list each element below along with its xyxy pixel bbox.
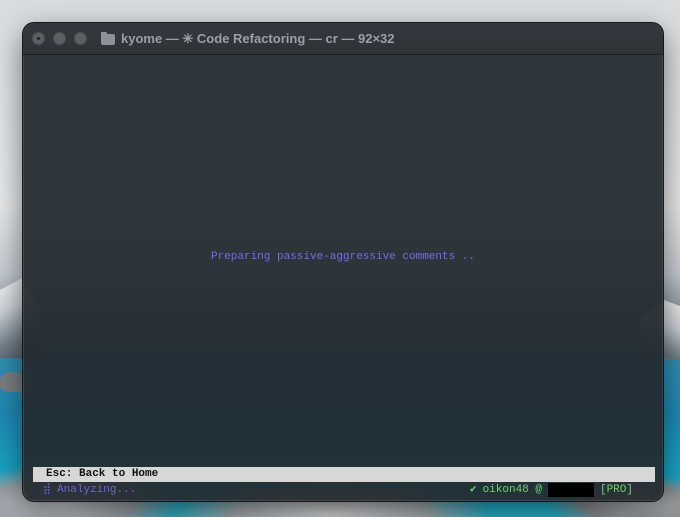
analyzing-text: Analyzing... xyxy=(57,484,137,496)
status-account: ✔ oikon48 @ [PRO] xyxy=(470,483,633,497)
plan-badge: [PRO] xyxy=(599,484,633,496)
terminal-window: kyome — ✳ Code Refactoring — cr — 92×32 … xyxy=(22,22,664,502)
status-analyzing: ⣾ Analyzing... xyxy=(43,483,136,497)
window-title: kyome — ✳ Code Refactoring — cr — 92×32 xyxy=(101,31,395,47)
zoom-button[interactable] xyxy=(74,32,87,45)
loading-message: Preparing passive-aggressive comments .. xyxy=(210,251,476,263)
user-text: oikon48 @ xyxy=(482,484,542,496)
close-icon xyxy=(37,37,40,40)
check-icon: ✔ xyxy=(469,484,477,496)
title-bar[interactable]: kyome — ✳ Code Refactoring — cr — 92×32 xyxy=(23,23,663,55)
minimize-button[interactable] xyxy=(53,32,66,45)
close-button[interactable] xyxy=(32,32,45,45)
terminal-content[interactable]: Preparing passive-aggressive comments ..… xyxy=(23,55,663,501)
spinner-icon: ⣾ xyxy=(43,484,52,496)
redacted-host xyxy=(547,483,594,497)
folder-icon xyxy=(101,31,115,45)
window-title-text: kyome — ✳ Code Refactoring — cr — 92×32 xyxy=(121,31,395,46)
esc-hint-bar: Esc: Back to Home xyxy=(33,467,655,482)
